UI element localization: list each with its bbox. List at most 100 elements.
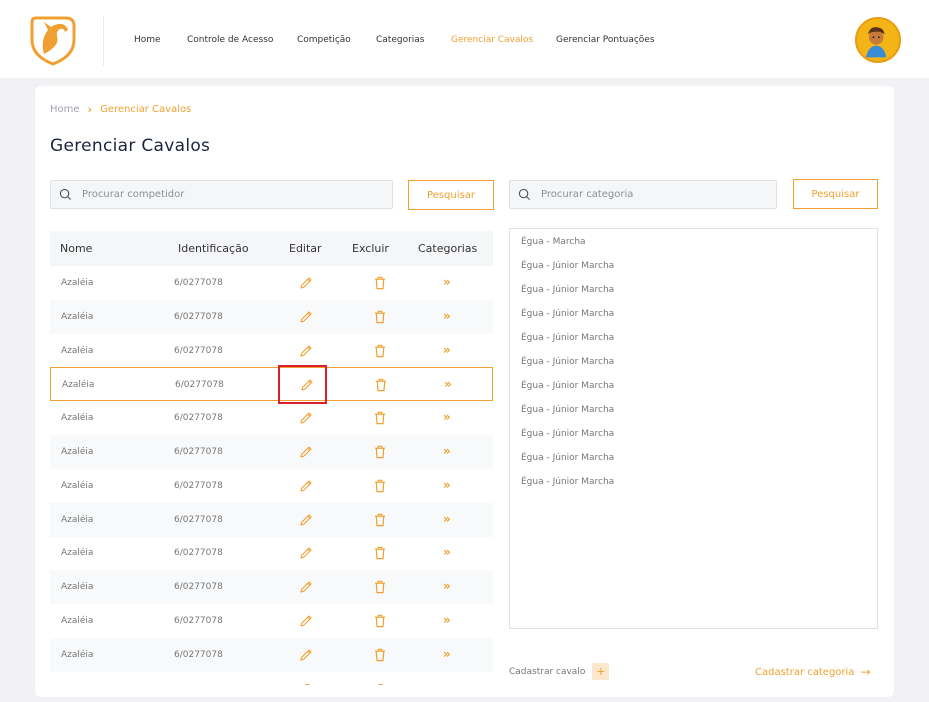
avatar-icon <box>857 19 896 58</box>
category-list-item[interactable]: Égua - Júnior Marcha <box>521 381 614 391</box>
horse-name: Azaléia <box>61 514 94 525</box>
horse-name: Azaléia <box>61 548 94 559</box>
category-list-item[interactable]: Égua - Júnior Marcha <box>521 453 614 463</box>
horse-identification: 6/0277078 <box>175 380 224 391</box>
horse-name: Azaléia <box>61 616 94 626</box>
double-chevron-right-icon[interactable]: » <box>443 478 451 492</box>
double-chevron-right-icon[interactable]: » <box>443 275 451 289</box>
nav-item-access-control[interactable]: Controle de Acesso <box>187 35 297 45</box>
horse-identification: 6/0277078 <box>174 311 223 322</box>
trash-icon[interactable] <box>374 580 386 594</box>
nav-item-manage-scores[interactable]: Gerenciar Pontuações <box>556 35 655 45</box>
horse-name: Azaléia <box>61 345 94 356</box>
pencil-icon[interactable] <box>299 411 313 425</box>
horse-identification: 6/0277078 <box>174 413 223 424</box>
double-chevron-right-icon[interactable]: » <box>443 309 451 323</box>
table-row[interactable]: Azaléia 6/0277078 » <box>50 401 493 435</box>
horse-name: Azaléia <box>61 649 94 660</box>
table-row[interactable]: Azaléia 6/0277078 » <box>50 502 493 537</box>
user-avatar[interactable] <box>855 17 901 63</box>
table-row[interactable]: Azaléia 6/0277078 » <box>50 637 493 672</box>
plus-icon[interactable]: + <box>592 663 610 680</box>
table-row[interactable]: Azaléia 6/0277078 » <box>50 266 493 300</box>
nav-item-manage-horses[interactable]: Gerenciar Cavalos <box>451 35 556 45</box>
pencil-icon[interactable] <box>299 513 313 527</box>
pencil-icon[interactable] <box>299 546 313 560</box>
horse-name: Azaléia <box>61 278 94 288</box>
main-nav: Home Controle de Acesso Competição Categ… <box>134 35 655 45</box>
category-list-item[interactable]: Égua - Júnior Marcha <box>521 261 614 271</box>
nav-item-competition[interactable]: Competição <box>297 35 376 45</box>
breadcrumb-home[interactable]: Home <box>50 104 80 115</box>
pencil-icon[interactable] <box>299 614 313 628</box>
horse-identification: 6/0277078 <box>174 480 223 491</box>
horse-name: Azaléia <box>61 447 94 457</box>
double-chevron-right-icon[interactable]: » <box>443 343 451 357</box>
nav-item-home[interactable]: Home <box>134 35 187 45</box>
trash-icon[interactable] <box>374 648 386 662</box>
category-list-item[interactable]: Égua - Júnior Marcha <box>521 357 614 367</box>
category-list-panel: Égua - Marcha Égua - Júnior Marcha Égua - … <box>509 228 878 629</box>
category-search-button[interactable]: Pesquisar <box>793 179 878 209</box>
category-list-item[interactable]: Égua - Júnior Marcha <box>521 477 614 487</box>
horse-identification: 6/0277078 <box>174 649 223 660</box>
trash-icon[interactable] <box>374 513 386 527</box>
category-list-item[interactable]: Égua - Júnior Marcha <box>521 405 614 415</box>
double-chevron-right-icon[interactable]: » <box>443 579 451 593</box>
pencil-icon[interactable] <box>299 445 313 459</box>
header-delete: Excluir <box>352 242 389 255</box>
horse-identification: 6/0277078 <box>174 278 223 288</box>
pencil-icon[interactable] <box>299 479 313 493</box>
pencil-icon[interactable] <box>299 580 313 594</box>
table-row[interactable]: Azaléia 6/0277078 » <box>50 469 493 503</box>
table-row[interactable]: Azaléia 6/0277078 » <box>50 367 493 402</box>
pencil-icon[interactable] <box>299 276 313 290</box>
competitor-search-input[interactable]: Procurar competidor <box>50 180 393 209</box>
table-row[interactable]: Azaléia 6/0277078 » <box>50 570 493 605</box>
trash-icon[interactable] <box>375 378 387 392</box>
category-search-placeholder: Procurar categoria <box>541 189 634 200</box>
table-row[interactable]: Azaléia 6/0277078 » <box>50 299 493 334</box>
category-list-item[interactable]: Égua - Marcha <box>521 237 586 247</box>
trash-icon[interactable] <box>374 614 386 628</box>
trash-icon[interactable] <box>374 310 386 324</box>
nav-item-categories[interactable]: Categorias <box>376 35 451 45</box>
double-chevron-right-icon[interactable]: » <box>443 647 451 661</box>
category-list-item[interactable]: Égua - Júnior Marcha <box>521 309 614 319</box>
double-chevron-right-icon[interactable]: » <box>443 545 451 559</box>
double-chevron-right-icon[interactable]: » <box>443 613 451 627</box>
search-icon <box>59 188 72 201</box>
category-search-input[interactable]: Procurar categoria <box>509 180 777 209</box>
pencil-icon[interactable] <box>299 344 313 358</box>
category-list-item[interactable]: Égua - Júnior Marcha <box>521 333 614 343</box>
table-row[interactable]: Azaléia 6/0277078 » <box>50 435 493 469</box>
category-list-item[interactable]: Égua - Júnior Marcha <box>521 429 614 439</box>
double-chevron-right-icon[interactable]: » <box>443 512 451 526</box>
trash-icon[interactable] <box>374 344 386 358</box>
category-list-item[interactable]: Égua - Júnior Marcha <box>521 285 614 295</box>
trash-icon[interactable] <box>374 276 386 290</box>
trash-icon[interactable] <box>374 445 386 459</box>
register-category-link[interactable]: Cadastrar categoria → <box>755 665 871 679</box>
pencil-icon[interactable] <box>299 648 313 662</box>
trash-icon[interactable] <box>374 546 386 560</box>
table-row[interactable]: Azaléia 6/0277078 » <box>50 334 493 368</box>
horse-identification: 6/0277078 <box>174 616 223 626</box>
double-chevron-right-icon[interactable]: » <box>443 410 451 424</box>
pencil-icon[interactable] <box>299 310 313 324</box>
table-overflow-mark <box>305 684 309 685</box>
table-row[interactable]: Azaléia 6/0277078 » <box>50 604 493 638</box>
competitor-search-button[interactable]: Pesquisar <box>408 180 494 210</box>
edit-highlight-box <box>278 365 327 404</box>
horse-logo-icon[interactable] <box>30 14 76 66</box>
trash-icon[interactable] <box>374 411 386 425</box>
horse-name: Azaléia <box>61 480 94 491</box>
arrow-right-icon: → <box>860 665 871 679</box>
double-chevron-right-icon[interactable]: » <box>444 377 452 391</box>
horse-identification: 6/0277078 <box>174 582 223 593</box>
trash-icon[interactable] <box>374 479 386 493</box>
register-horse-label: Cadastrar cavalo <box>509 666 586 677</box>
double-chevron-right-icon[interactable]: » <box>443 444 451 458</box>
table-row[interactable]: Azaléia 6/0277078 » <box>50 536 493 570</box>
horse-name: Azaléia <box>61 311 94 322</box>
